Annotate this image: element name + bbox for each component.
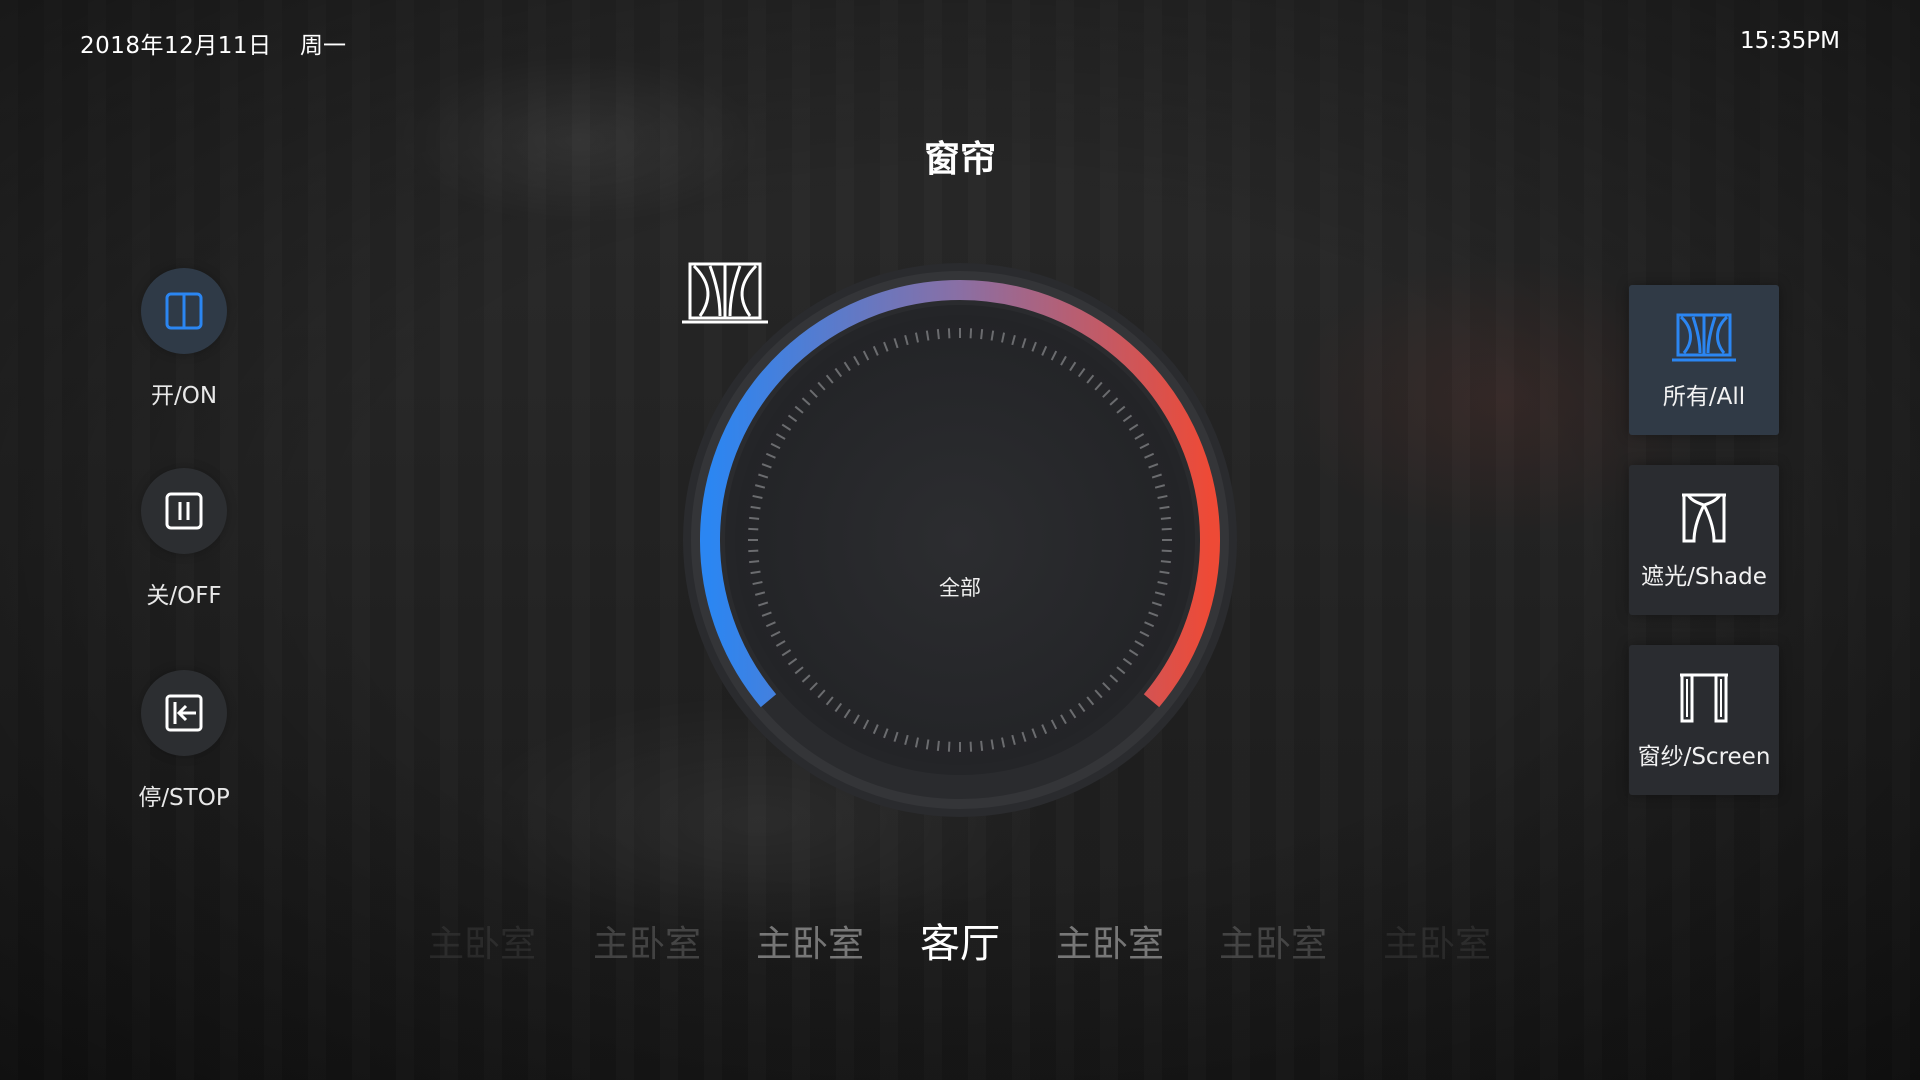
dial-label: 全部 [939,576,981,600]
off-button[interactable]: 关/OFF [110,468,258,610]
dial-center: 全部 [680,260,1240,820]
date-display: 2018年12月11日 [80,33,272,59]
curtain-all-button[interactable]: 所有/All [1629,285,1779,435]
on-button-circle[interactable] [141,268,227,354]
room-tab[interactable]: 主卧室 [756,915,864,967]
room-tab[interactable]: 主卧室 [428,915,536,967]
curtain-all-label: 所有/All [1662,384,1746,410]
curtain-all-icon [1672,313,1736,362]
on-button-label: 开/ON [150,383,218,409]
split-window-icon [165,292,203,330]
off-button-circle[interactable] [141,468,227,554]
curtain-dial[interactable]: 全部 [680,260,1240,820]
clock-display: 15:35PM [1740,28,1840,54]
room-selector[interactable]: 主卧室 主卧室 主卧室 客厅 主卧室 主卧室 主卧室 [0,915,1920,967]
off-button-label: 关/OFF [146,583,222,609]
stop-button-label: 停/STOP [138,785,230,811]
room-tab[interactable]: 主卧室 [593,915,701,967]
curtain-icon [682,262,768,324]
page-title: 窗帘 [923,139,996,180]
stop-button[interactable]: 停/STOP [110,670,258,812]
curtain-screen-label: 窗纱/Screen [1637,744,1771,770]
weekday-display: 周一 [300,33,346,59]
curtain-screen-icon [1680,673,1728,723]
room-tab[interactable]: 主卧室 [1056,915,1164,967]
stop-button-circle[interactable] [141,670,227,756]
curtain-shade-label: 遮光/Shade [1641,564,1767,590]
pause-icon [165,492,203,530]
on-button[interactable]: 开/ON [110,268,258,410]
curtain-screen-button[interactable]: 窗纱/Screen [1629,645,1779,795]
room-tab[interactable]: 主卧室 [1219,915,1327,967]
stop-arrow-icon [165,694,203,732]
curtain-shade-icon [1682,493,1726,543]
room-tab[interactable]: 主卧室 [1383,915,1491,967]
room-tab-selected[interactable]: 客厅 [920,911,1000,969]
curtain-shade-button[interactable]: 遮光/Shade [1629,465,1779,615]
